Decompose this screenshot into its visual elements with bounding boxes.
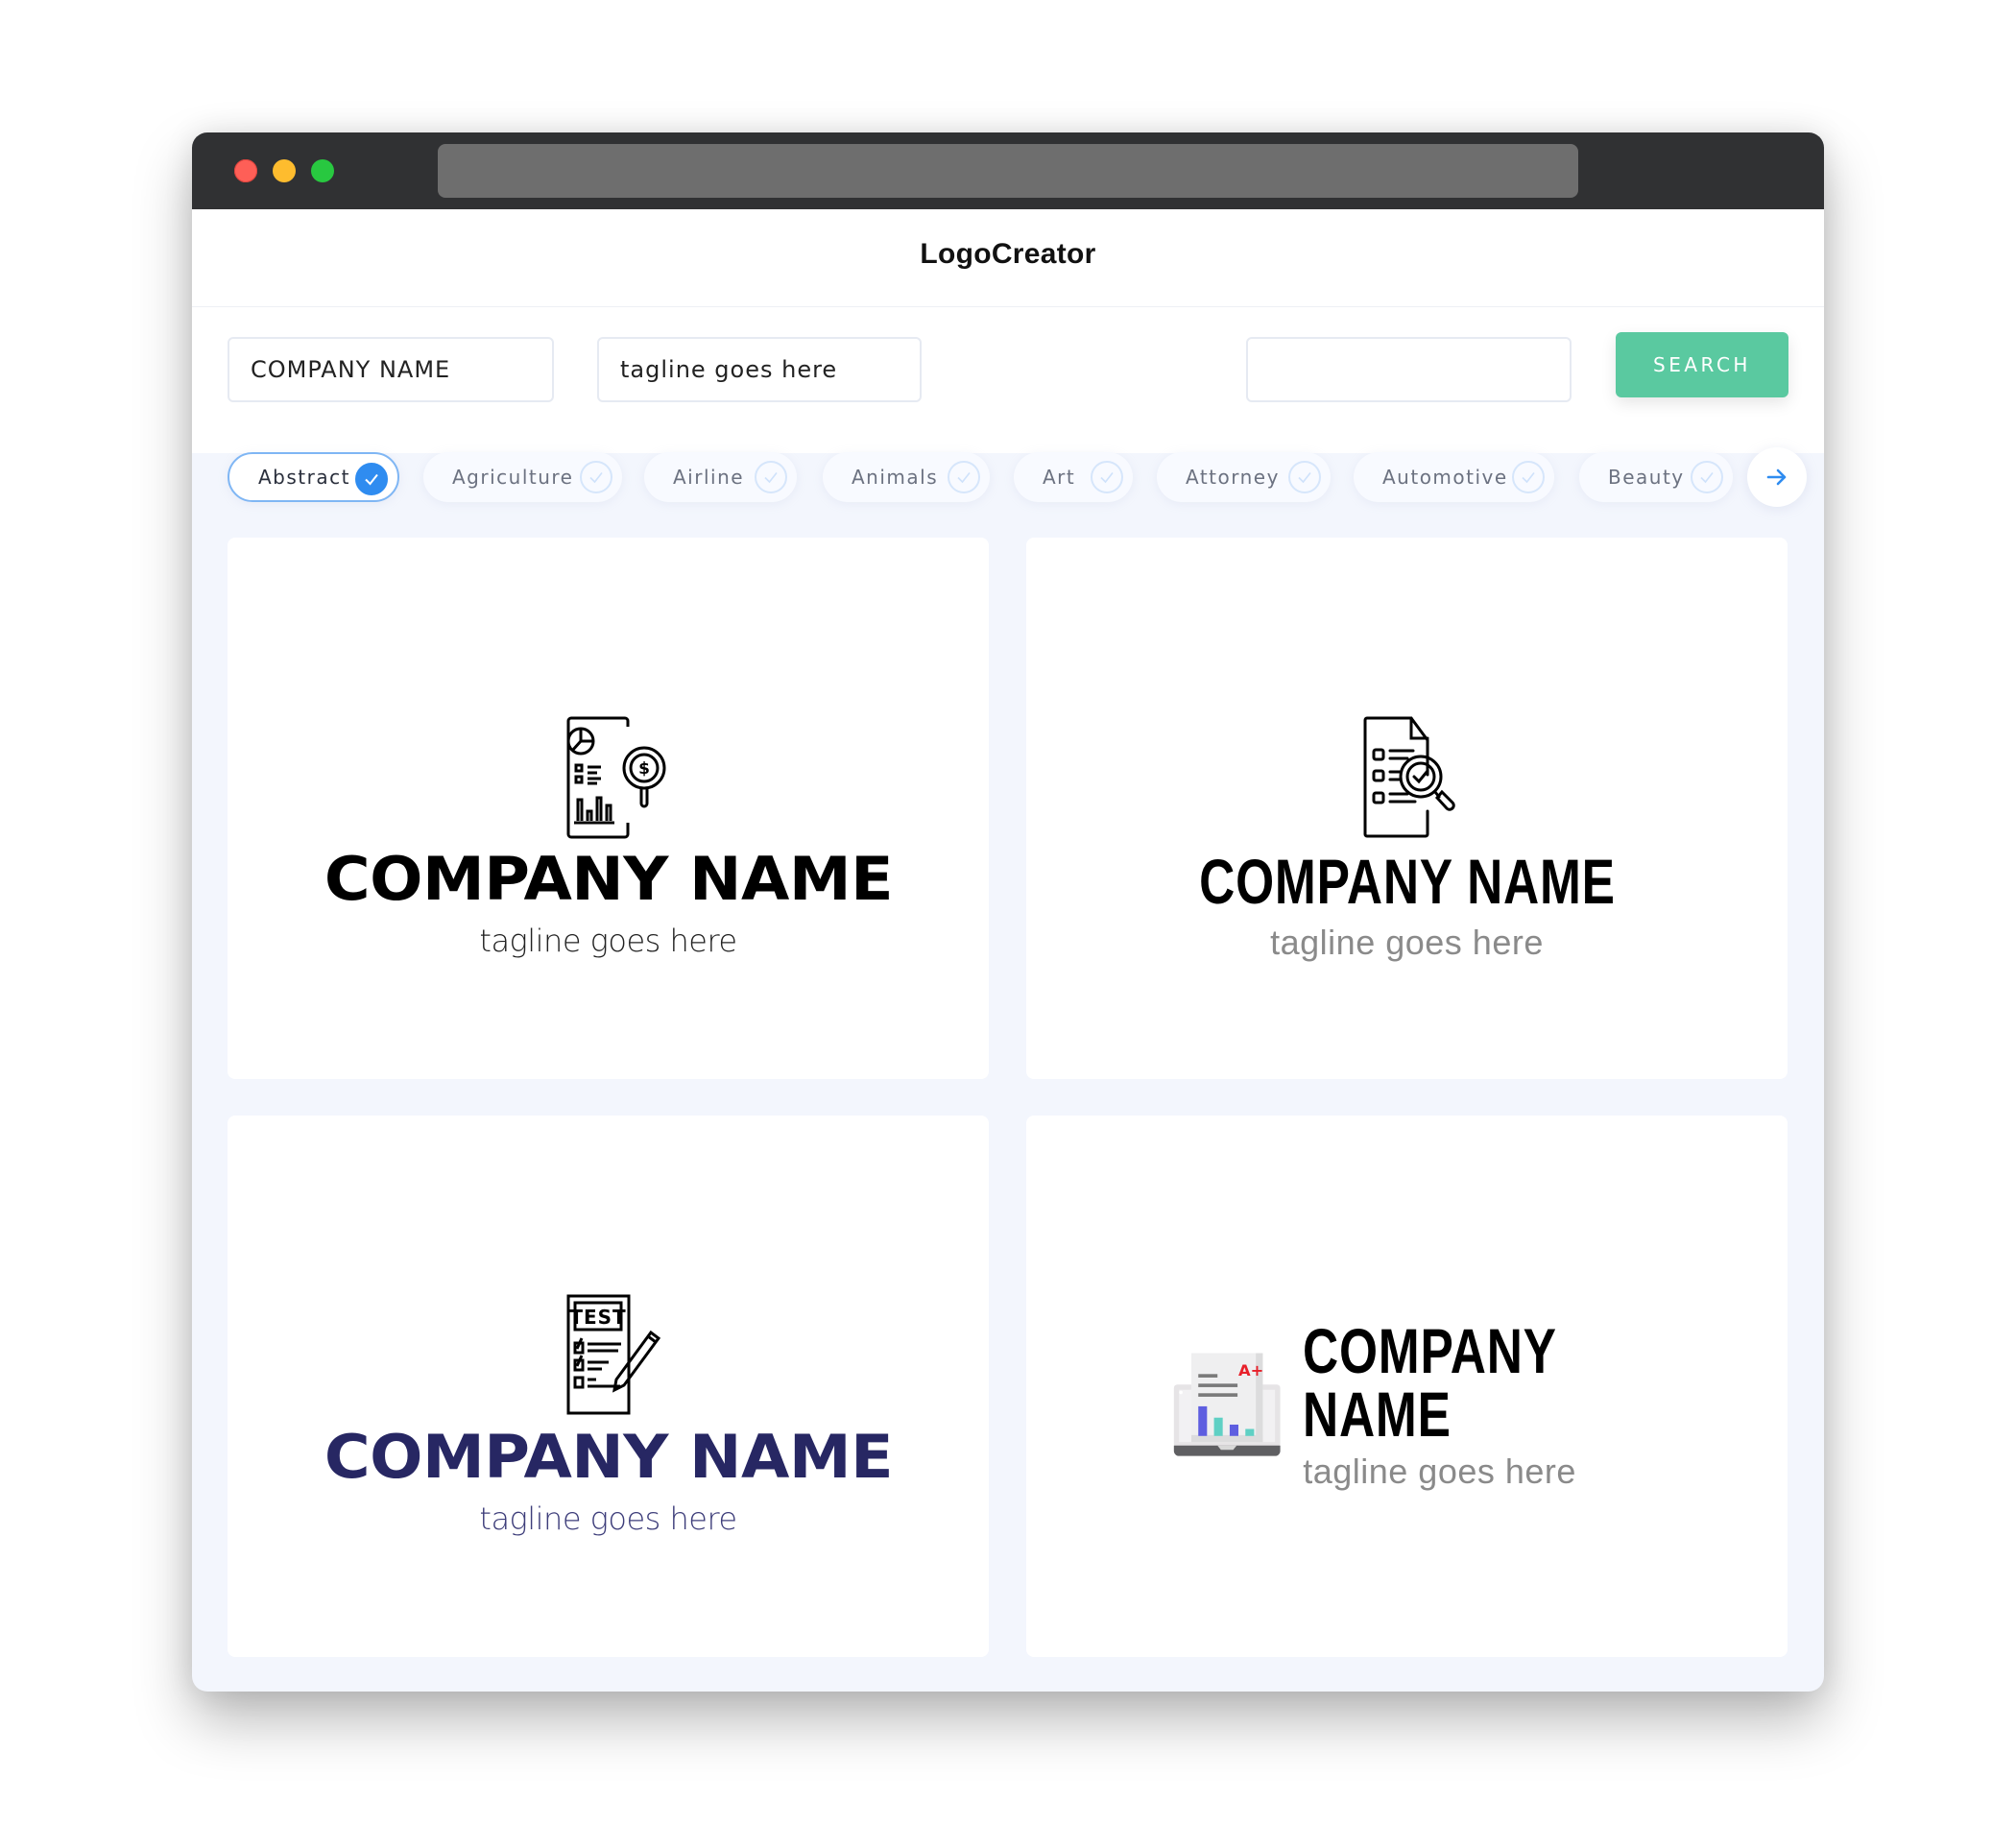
category-chip-agriculture[interactable]: Agriculture	[423, 452, 622, 502]
category-chip-label: Animals	[852, 466, 939, 489]
svg-text:TEST: TEST	[569, 1306, 626, 1329]
category-chip-label: Airline	[673, 466, 745, 489]
check-icon	[755, 461, 787, 493]
check-icon	[1091, 461, 1123, 493]
logo-card[interactable]: A+ COMPANY NAME tagline goes here	[1026, 1116, 1788, 1657]
category-chip-label: Attorney	[1186, 466, 1280, 489]
check-icon	[580, 461, 612, 493]
next-categories-button[interactable]	[1747, 447, 1807, 507]
logo-company-name: COMPANY NAME	[324, 1422, 893, 1492]
financial-report-magnifier-dollar-icon: $	[566, 716, 665, 839]
svg-text:$: $	[638, 759, 650, 779]
check-icon	[1691, 461, 1723, 493]
title-bar	[192, 132, 1824, 209]
logo-card[interactable]: $ COMPANY NAME tagline goes here	[228, 538, 989, 1079]
logo-company-name: COMPANY NAME	[1198, 846, 1616, 917]
company-name-input[interactable]: COMPANY NAME	[228, 337, 554, 402]
check-icon	[1288, 461, 1321, 493]
browser-window: LogoCreator COMPANY NAME tagline goes he…	[192, 132, 1824, 1692]
check-icon	[948, 461, 980, 493]
category-filter-bar: Abstract Agriculture Airline Animals Art…	[228, 444, 1807, 528]
category-chip-automotive[interactable]: Automotive	[1354, 452, 1554, 502]
a-plus-grade: A+	[1238, 1361, 1263, 1380]
category-chip-airline[interactable]: Airline	[644, 452, 797, 502]
logo-preview: $ COMPANY NAME tagline goes here	[228, 715, 989, 959]
logo-card[interactable]: TEST COMPANY NAME tagline goes here	[228, 1116, 989, 1657]
logo-tagline: tagline goes here	[479, 1500, 737, 1537]
laptop-report-a-plus-icon: A+	[1173, 1353, 1281, 1456]
arrow-right-icon	[1766, 468, 1787, 486]
address-bar[interactable]	[438, 144, 1578, 198]
maximize-window-button[interactable]	[311, 159, 334, 182]
checklist-document-magnifier-icon	[1363, 716, 1455, 838]
logo-tagline: tagline goes here	[1303, 1452, 1576, 1491]
category-chip-label: Automotive	[1382, 466, 1508, 489]
logo-tagline: tagline goes here	[479, 923, 737, 959]
category-chip-animals[interactable]: Animals	[823, 452, 990, 502]
test-paper-pencil-icon: TEST	[566, 1294, 660, 1415]
keyword-input[interactable]	[1246, 337, 1572, 402]
logo-preview: TEST COMPANY NAME tagline goes here	[228, 1293, 989, 1537]
logo-tagline: tagline goes here	[1270, 923, 1544, 962]
category-chip-art[interactable]: Art	[1014, 452, 1133, 502]
logo-preview: A+ COMPANY NAME tagline goes here	[1172, 1319, 1788, 1492]
category-chip-label: Beauty	[1608, 466, 1685, 489]
search-button[interactable]: SEARCH	[1616, 332, 1788, 397]
search-bar: COMPANY NAME tagline goes here SEARCH	[192, 307, 1824, 453]
category-chip-abstract[interactable]: Abstract	[228, 452, 399, 502]
category-chip-attorney[interactable]: Attorney	[1157, 452, 1331, 502]
category-chip-label: Agriculture	[452, 466, 574, 489]
category-chip-label: Art	[1043, 466, 1076, 489]
site-header: LogoCreator	[192, 209, 1824, 307]
category-chip-label: Abstract	[258, 466, 350, 489]
logo-preview: COMPANY NAME tagline goes here	[1026, 715, 1788, 963]
check-icon	[355, 463, 388, 495]
minimize-window-button[interactable]	[273, 159, 296, 182]
logo-text-group: COMPANY NAME tagline goes here	[1303, 1319, 1788, 1492]
close-window-button[interactable]	[234, 159, 257, 182]
logo-company-name: COMPANY NAME	[324, 844, 893, 914]
category-chip-beauty[interactable]: Beauty	[1579, 452, 1733, 502]
logo-card[interactable]: COMPANY NAME tagline goes here	[1026, 538, 1788, 1079]
tagline-input[interactable]: tagline goes here	[597, 337, 922, 402]
check-icon	[1512, 461, 1545, 493]
site-logo-title[interactable]: LogoCreator	[192, 238, 1824, 271]
logo-company-name: COMPANY NAME	[1303, 1315, 1557, 1450]
